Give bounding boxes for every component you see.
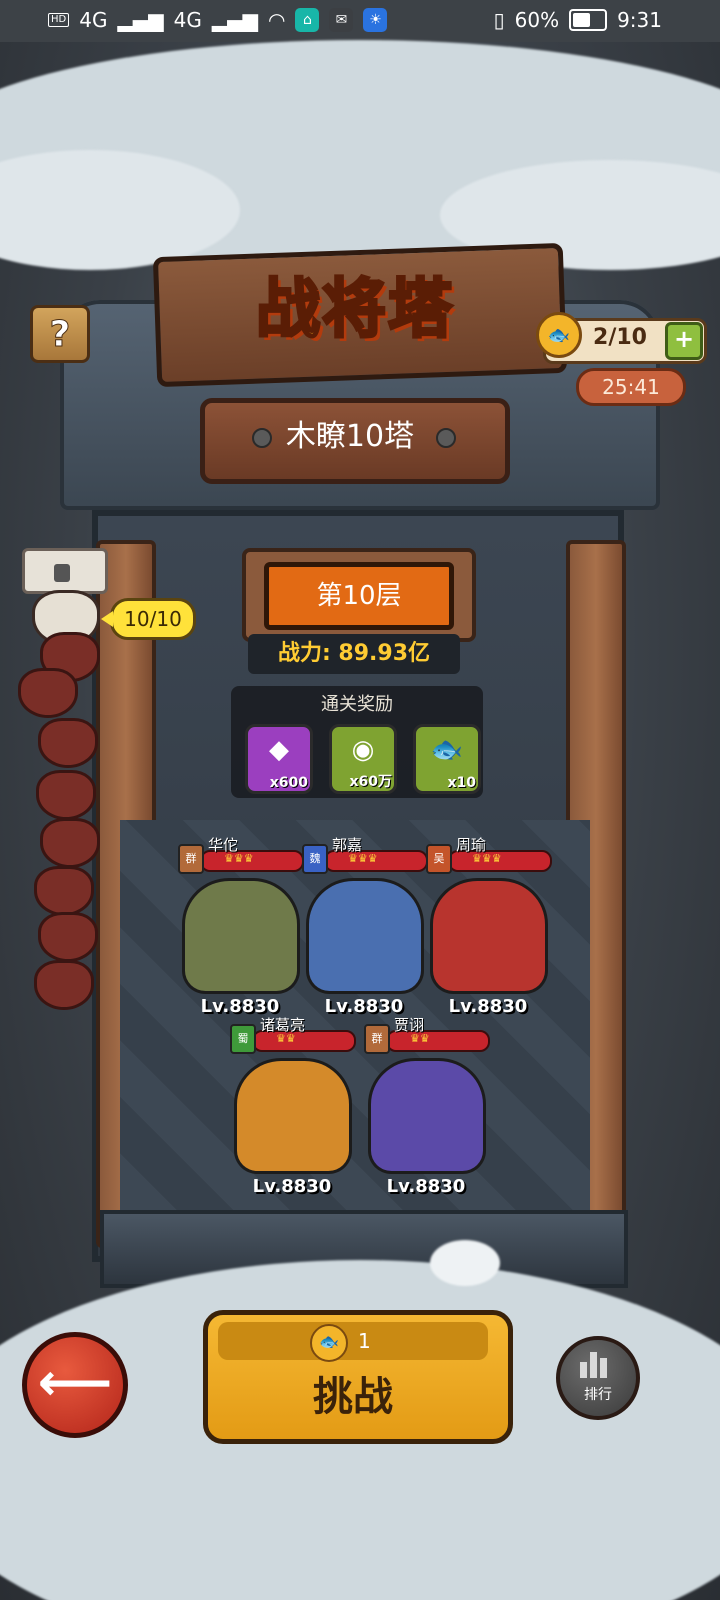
- skull-icon: [18, 668, 78, 718]
- reward-item-fish[interactable]: 🐟 x10: [413, 724, 481, 794]
- hero-level: Lv.8830: [252, 1176, 332, 1197]
- hero-level: Lv.8830: [448, 996, 528, 1017]
- fish-stamina-icon: 🐟: [430, 735, 464, 765]
- tower-name: 木瞭10塔: [285, 419, 415, 454]
- skull-icon: [34, 960, 94, 1010]
- crown-icon: ♛♛♛: [472, 852, 502, 865]
- reward-qty: x600: [269, 775, 308, 791]
- skull-icon: [36, 770, 96, 820]
- ranking-icon: [580, 1350, 610, 1378]
- signal-icon: ▂▄▆: [117, 8, 164, 32]
- crown-icon: ♛♛♛: [348, 852, 378, 865]
- help-button[interactable]: ?: [30, 305, 90, 363]
- add-stamina-button[interactable]: +: [665, 322, 703, 360]
- hero-sprite: [306, 878, 424, 994]
- skull-icon: [38, 718, 98, 768]
- status-right: ▯ 60% 9:31: [494, 8, 662, 32]
- lock-icon: [54, 564, 70, 582]
- stamina-timer: 25:41: [576, 368, 686, 406]
- hero-sprite: [430, 878, 548, 994]
- faction-badge: 魏: [302, 844, 328, 874]
- rewards-title: 通关奖励: [321, 694, 393, 715]
- fish-stamina-icon: 🐟: [310, 1324, 348, 1362]
- hero-sprite: [234, 1058, 352, 1174]
- network-4g-label-2: 4G: [173, 8, 202, 32]
- crown-icon: ♛♛♛: [224, 852, 254, 865]
- reward-qty: x60万: [349, 774, 392, 790]
- challenge-label[interactable]: 挑战: [203, 1364, 503, 1422]
- ranking-label: 排行: [584, 1387, 612, 1403]
- game-screen: HD 4G ▂▄▆ 4G ▂▄▆ ◠ ⌂ ✉ ☀ ▯ 60% 9:31 战将塔 …: [0, 0, 720, 1600]
- network-4g-label: 4G: [79, 8, 108, 32]
- status-left: HD 4G ▂▄▆ 4G ▂▄▆ ◠ ⌂ ✉ ☀: [48, 8, 388, 32]
- signal-icon-2: ▂▄▆: [211, 8, 259, 32]
- wechat-icon: ✉: [329, 8, 354, 32]
- challenge-cost: 1: [358, 1329, 371, 1353]
- challenge-cost-bar: [218, 1322, 488, 1360]
- gold-coin-icon: ◉: [351, 735, 375, 765]
- faction-badge: 群: [364, 1024, 390, 1054]
- wifi-icon: ◠: [268, 8, 286, 32]
- power-label: 战力: 89.93亿: [248, 634, 460, 674]
- floor-label: 第10层: [264, 562, 454, 630]
- clock: 9:31: [617, 8, 662, 32]
- bulb-app-icon: ☀: [363, 8, 388, 32]
- fish-stamina-icon: 🐟: [536, 312, 582, 358]
- back-button[interactable]: ⟵: [22, 1332, 128, 1438]
- status-bar: HD 4G ▂▄▆ 4G ▂▄▆ ◠ ⌂ ✉ ☀ ▯ 60% 9:31: [0, 0, 720, 42]
- reward-item-coin[interactable]: ◉ x60万: [329, 724, 397, 794]
- hd-icon: HD: [48, 13, 70, 27]
- rune-stone-icon: ◆: [269, 735, 289, 765]
- skull-icon: [34, 866, 94, 916]
- tower-title: 战将塔: [255, 272, 454, 349]
- faction-badge: 群: [178, 844, 204, 874]
- ranking-button[interactable]: [556, 1336, 640, 1420]
- crown-icon: ♛♛: [410, 1032, 430, 1045]
- reward-qty: x10: [447, 775, 476, 791]
- hero-sprite: [182, 878, 300, 994]
- hero-sprite: [368, 1058, 486, 1174]
- hero-level: Lv.8830: [386, 1176, 466, 1197]
- mist-cloud: [430, 1240, 500, 1286]
- skull-icon: [38, 912, 98, 962]
- skull-icon: [40, 818, 100, 868]
- floor-progress-badge: 10/10: [101, 598, 196, 640]
- home-app-icon: ⌂: [295, 8, 320, 32]
- battery-icon: [569, 9, 608, 31]
- battery-percent: 60%: [514, 8, 560, 32]
- crown-icon: ♛♛: [276, 1032, 296, 1045]
- stamina-count: 2/10: [593, 325, 647, 350]
- faction-badge: 吴: [426, 844, 452, 874]
- vibrate-icon: ▯: [493, 8, 505, 32]
- reward-item-rune[interactable]: ◆ x600: [245, 724, 313, 794]
- faction-badge: 蜀: [230, 1024, 256, 1054]
